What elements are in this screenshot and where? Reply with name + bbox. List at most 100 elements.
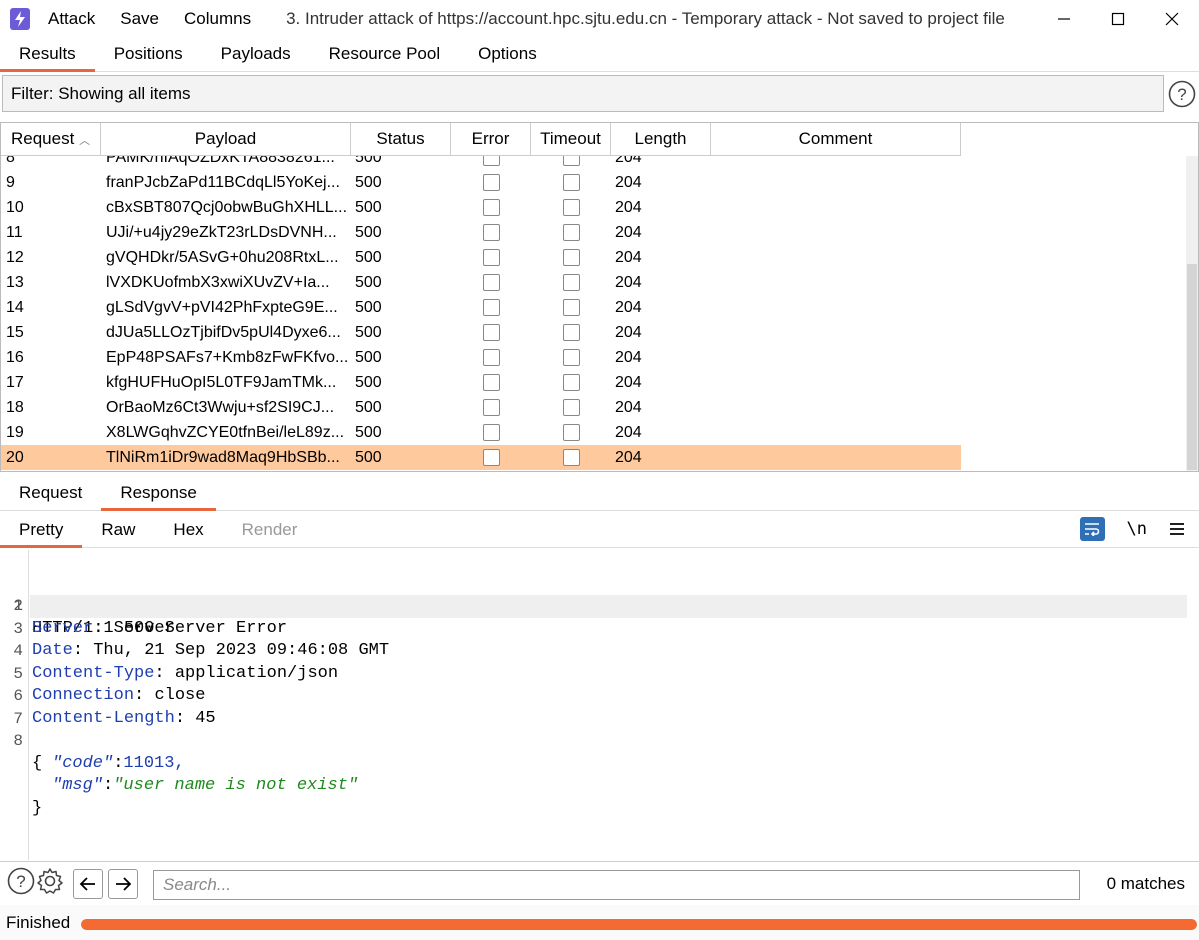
- search-bar: ? 0 matches: [0, 861, 1199, 905]
- tab-positions[interactable]: Positions: [95, 38, 202, 71]
- response-editor[interactable]: 1 HTTP/1.1 500 Server Error 2 Server: Se…: [0, 550, 1199, 860]
- code-line: "code":11013,: [52, 753, 185, 773]
- table-row[interactable]: 8 PAMK/nIAqOZDxKTA8838261... 500 204: [1, 156, 961, 170]
- next-match-button[interactable]: [108, 868, 138, 899]
- cell-request: 13: [6, 274, 24, 291]
- table-scrollbar[interactable]: [1186, 156, 1198, 471]
- minimize-icon: [1058, 18, 1070, 20]
- table-row[interactable]: 13 lVXDKUofmbX3xwiXUvZV+Ia... 500 204: [1, 270, 961, 295]
- close-icon: [1165, 12, 1179, 26]
- close-button[interactable]: [1145, 0, 1199, 38]
- code-line: 5 Connection: close: [0, 640, 205, 706]
- help-icon[interactable]: ?: [7, 867, 35, 900]
- column-header-error[interactable]: Error: [451, 123, 531, 156]
- results-table: Request ︿ Payload Status Error Timeout L…: [0, 122, 1199, 472]
- timeout-checkbox: [562, 349, 580, 366]
- help-icon[interactable]: ?: [1168, 80, 1196, 113]
- timeout-checkbox: [562, 399, 580, 416]
- gear-icon[interactable]: [36, 867, 64, 900]
- table-row[interactable]: 18 OrBaoMz6Ct3Wwju+sf2SI9CJ... 500 204: [1, 395, 961, 420]
- tab-response[interactable]: Response: [101, 476, 216, 511]
- cell-request: 17: [6, 374, 24, 391]
- scrollbar-thumb[interactable]: [1187, 264, 1197, 470]
- tab-request[interactable]: Request: [0, 476, 101, 510]
- table-row[interactable]: 19 X8LWGqhvZCYE0tfnBei/leL89z... 500 204: [1, 420, 961, 445]
- tab-hex[interactable]: Hex: [154, 512, 222, 547]
- search-input[interactable]: [153, 870, 1080, 900]
- table-row[interactable]: 20 TlNiRm1iDr9wad8Maq9HbSBb... 500 204: [1, 445, 961, 470]
- error-checkbox: [482, 424, 500, 441]
- menu-columns[interactable]: Columns: [184, 9, 251, 29]
- tab-results[interactable]: Results: [0, 38, 95, 72]
- column-header-length[interactable]: Length: [611, 123, 711, 156]
- cell-error: [451, 370, 531, 395]
- burp-logo-icon: [10, 8, 30, 30]
- tab-options[interactable]: Options: [459, 38, 556, 71]
- code-line: "msg":"user name is not exist": [52, 776, 359, 795]
- code-line: }: [0, 775, 42, 818]
- table-row[interactable]: 17 kfgHUFHuOpI5L0TF9JamTMk... 500 204: [1, 370, 961, 395]
- error-checkbox: [482, 324, 500, 341]
- error-checkbox: [482, 224, 500, 241]
- table-body: 8 PAMK/nIAqOZDxKTA8838261... 500 204 9 franPJ…: [1, 156, 1187, 471]
- column-header-payload[interactable]: Payload: [101, 123, 351, 156]
- word-wrap-button[interactable]: [1079, 517, 1105, 541]
- previous-match-button[interactable]: [73, 868, 103, 899]
- table-row[interactable]: 10 cBxSBT807Qcj0obwBuGhXHLL... 500 204: [1, 195, 961, 220]
- menu-save[interactable]: Save: [120, 9, 159, 29]
- filter-bar[interactable]: Filter: Showing all items: [2, 75, 1164, 112]
- error-checkbox: [482, 249, 500, 266]
- minimize-button[interactable]: [1037, 0, 1091, 38]
- error-checkbox: [482, 449, 500, 466]
- cell-error: [451, 170, 531, 195]
- error-checkbox: [482, 274, 500, 291]
- maximize-icon: [1111, 12, 1125, 26]
- cell-timeout: [531, 220, 611, 245]
- view-tabs: Pretty Raw Hex Render \n: [0, 512, 1199, 548]
- sort-ascending-icon: ︿: [79, 135, 91, 147]
- column-header-timeout[interactable]: Timeout: [531, 123, 611, 156]
- cell-error: [451, 156, 531, 170]
- show-newlines-button[interactable]: \n: [1127, 519, 1147, 539]
- cell-timeout: [531, 245, 611, 270]
- cell-length: 204: [615, 374, 642, 391]
- cell-status: 500: [355, 424, 382, 441]
- timeout-checkbox: [562, 449, 580, 466]
- tab-raw[interactable]: Raw: [82, 512, 154, 547]
- cell-status: 500: [355, 156, 382, 166]
- cell-request: 10: [6, 199, 24, 216]
- error-checkbox: [482, 299, 500, 316]
- cell-length: 204: [615, 424, 642, 441]
- table-row[interactable]: 14 gLSdVgvV+pVI42PhFxpteG9E... 500 204: [1, 295, 961, 320]
- table-row[interactable]: 12 gVQHDkr/5ASvG+0hu208RtxL... 500 204: [1, 245, 961, 270]
- table-row[interactable]: 16 EpP48PSAFs7+Kmb8zFwFKfvo... 500 204: [1, 345, 961, 370]
- tab-pretty[interactable]: Pretty: [0, 512, 83, 548]
- column-header-comment[interactable]: Comment: [711, 123, 961, 156]
- header-value: application/json: [174, 663, 339, 683]
- cell-comment: [711, 295, 961, 320]
- cell-payload: gVQHDkr/5ASvG+0hu208RtxL...: [106, 249, 339, 266]
- cell-payload: EpP48PSAFs7+Kmb8zFwFKfvo...: [106, 349, 349, 366]
- maximize-button[interactable]: [1091, 0, 1145, 38]
- menu-attack[interactable]: Attack: [48, 9, 95, 29]
- menu-icon[interactable]: [1169, 522, 1185, 536]
- timeout-checkbox: [562, 299, 580, 316]
- cell-length: 204: [615, 156, 642, 166]
- code-line: 1 HTTP/1.1 500 Server Error: [0, 550, 1187, 638]
- tab-resource-pool[interactable]: Resource Pool: [310, 38, 460, 71]
- column-header-request[interactable]: Request ︿: [1, 123, 101, 156]
- cell-length: 204: [615, 224, 642, 241]
- cell-timeout: [531, 156, 611, 170]
- cell-comment: [711, 420, 961, 445]
- cell-error: [451, 320, 531, 345]
- table-row[interactable]: 9 franPJcbZaPd11BCdqLl5YoKej... 500 204: [1, 170, 961, 195]
- cell-status: 500: [355, 374, 382, 391]
- cell-comment: [711, 445, 961, 470]
- column-header-status[interactable]: Status: [351, 123, 451, 156]
- cell-status: 500: [355, 399, 382, 416]
- table-row[interactable]: 15 dJUa5LLOzTjbifDv5pUl4Dyxe6... 500 204: [1, 320, 961, 345]
- table-row[interactable]: 11 UJi/+u4jy29eZkT23rLDsDVNH... 500 204: [1, 220, 961, 245]
- header-name: Server: [32, 618, 94, 638]
- tab-payloads[interactable]: Payloads: [202, 38, 310, 71]
- json-key: "msg": [52, 776, 104, 795]
